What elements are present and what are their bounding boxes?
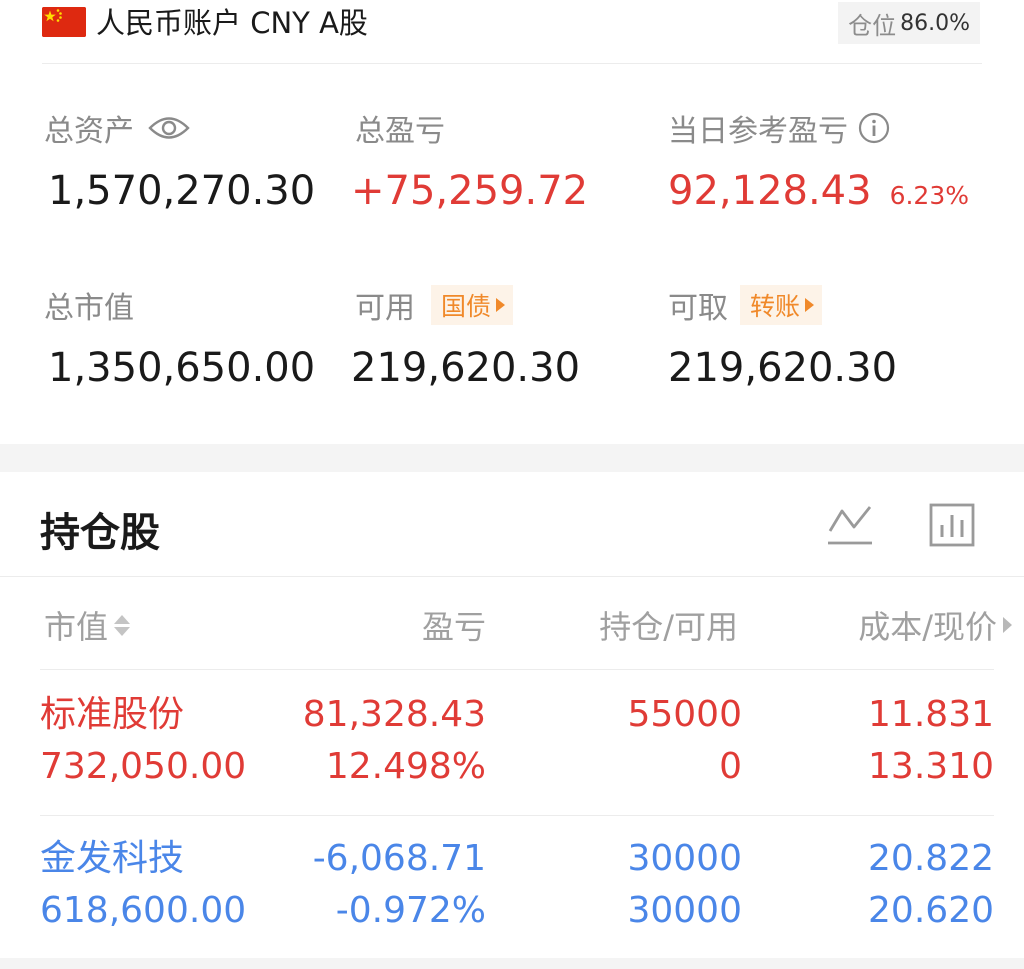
daily-pnl-value: 92,128.43 (668, 168, 872, 214)
stock-pnl: 81,328.43 (302, 694, 486, 735)
transfer-button-label: 转账 (750, 292, 801, 321)
market-value-value: 1,350,650.00 (48, 345, 316, 391)
withdrawable-value: 219,620.30 (668, 345, 898, 391)
triangle-right-icon (1003, 617, 1012, 633)
stock-available: 0 (719, 746, 742, 787)
column-header-position: 持仓/可用 (530, 602, 738, 648)
bar-chart-icon[interactable] (927, 500, 977, 550)
account-header: 人民币账户 CNY A股 仓位 86.0% (0, 0, 1024, 64)
treasury-bond-button-label: 国债 (441, 292, 492, 321)
row-divider (40, 815, 994, 816)
triangle-right-icon (496, 298, 506, 312)
treasury-bond-button[interactable]: 国债 (431, 285, 514, 325)
stock-available: 30000 (627, 890, 742, 931)
stock-position: 55000 (627, 694, 742, 735)
market-value-label: 总市值 (44, 291, 134, 326)
total-assets-label: 总资产 (44, 114, 134, 149)
column-header-pnl-label: 盈亏 (421, 608, 486, 646)
total-pnl-cell: 总盈亏 +75,259.72 (351, 106, 588, 214)
holdings-title: 持仓股 (40, 510, 160, 556)
available-value: 219,620.30 (351, 345, 581, 391)
column-header-cost[interactable]: 成本/现价 (780, 602, 1012, 648)
position-value: 86.0% (900, 10, 970, 36)
stock-cost: 11.831 (868, 694, 994, 735)
stock-price: 20.620 (868, 890, 994, 931)
stock-price: 13.310 (868, 746, 994, 787)
stock-pnl-percent: -0.972% (335, 890, 486, 931)
column-header-pnl: 盈亏 (330, 602, 486, 648)
info-icon[interactable] (858, 112, 890, 144)
column-header-market-value[interactable]: 市值 (44, 602, 131, 648)
stock-pnl: -6,068.71 (312, 838, 486, 879)
bottom-separator (0, 958, 1024, 969)
stock-pnl-percent: 12.498% (325, 746, 486, 787)
position-badge: 仓位 86.0% (838, 2, 980, 44)
china-flag-icon (42, 7, 86, 37)
stock-cost: 20.822 (868, 838, 994, 879)
row-divider (40, 669, 994, 670)
stock-market-value: 732,050.00 (40, 746, 247, 787)
stock-name: 标准股份 (40, 694, 185, 735)
section-separator (0, 444, 1024, 472)
account-name[interactable]: 人民币账户 CNY A股 (96, 4, 368, 42)
triangle-right-icon (805, 298, 815, 312)
market-value-cell: 总市值 1,350,650.00 (44, 283, 315, 391)
header-divider (42, 63, 982, 64)
daily-pnl-label: 当日参考盈亏 (668, 114, 848, 149)
transfer-button[interactable]: 转账 (740, 285, 823, 325)
eye-icon[interactable] (148, 115, 190, 141)
holdings-divider (0, 576, 1024, 577)
stock-market-value: 618,600.00 (40, 890, 247, 931)
available-label: 可用 (355, 291, 415, 326)
available-cell: 可用 国债 219,620.30 (351, 283, 580, 391)
position-label: 仓位 (848, 11, 897, 40)
total-assets-value: 1,570,270.30 (48, 168, 316, 214)
sort-icon (114, 614, 131, 636)
withdrawable-cell: 可取 转账 219,620.30 (668, 283, 897, 391)
column-header-position-label: 持仓/可用 (599, 608, 738, 646)
account-page: 人民币账户 CNY A股 仓位 86.0% 总资产 1,570,270.30 总… (0, 0, 1024, 969)
stock-position: 30000 (627, 838, 742, 879)
withdrawable-label: 可取 (668, 291, 728, 326)
stock-name: 金发科技 (40, 838, 185, 879)
line-chart-icon[interactable] (825, 500, 875, 550)
column-header-market-value-label: 市值 (44, 608, 109, 646)
total-assets-cell: 总资产 1,570,270.30 (44, 106, 315, 214)
daily-pnl-percent: 6.23% (889, 181, 969, 210)
column-header-cost-label: 成本/现价 (858, 608, 997, 646)
daily-pnl-cell: 当日参考盈亏 92,128.43 6.23% (668, 106, 969, 214)
total-pnl-label: 总盈亏 (355, 114, 445, 149)
total-pnl-value: +75,259.72 (351, 168, 589, 214)
